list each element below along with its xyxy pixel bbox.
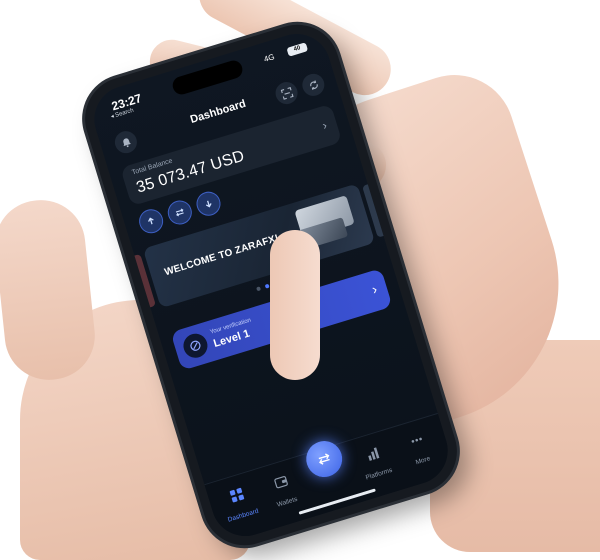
tab-platforms[interactable]: Platforms [350, 440, 402, 486]
chart-icon [368, 447, 380, 461]
left-hand-fingers [270, 230, 320, 380]
tab-more[interactable]: More [394, 427, 446, 473]
tab-label: More [414, 455, 432, 467]
chevron-right-icon: › [369, 280, 379, 298]
total-balance-value: 35 073.47 USD [134, 147, 247, 197]
withdraw-button[interactable] [193, 188, 224, 219]
battery-indicator: 40 [286, 42, 309, 57]
deposit-icon [148, 217, 154, 225]
tab-label: Platforms [364, 466, 394, 482]
tab-label: Wallets [276, 495, 299, 509]
wallet-icon [274, 476, 288, 489]
carousel-dot[interactable] [255, 286, 261, 292]
sync-icon [309, 80, 318, 90]
verification-badge [180, 330, 211, 361]
exchange-button[interactable] [301, 436, 347, 482]
withdraw-icon [205, 200, 212, 208]
grid-icon [229, 487, 245, 503]
network-indicator: 4G [262, 52, 276, 64]
chevron-right-icon: › [320, 118, 329, 133]
bottom-tab-bar: Dashboard Wallets Platforms More [204, 412, 457, 545]
exchange-icon [318, 453, 330, 465]
left-hand-thumb [0, 195, 100, 385]
tab-dashboard[interactable]: Dashboard [214, 482, 266, 528]
deposit-button[interactable] [136, 206, 167, 237]
transfer-icon [175, 208, 184, 217]
shield-icon [190, 340, 201, 351]
carousel-dot-active[interactable] [264, 283, 270, 289]
scan-icon [280, 86, 293, 100]
banner-title: WELCOME TO ZARAFX! [163, 232, 281, 279]
tab-wallets[interactable]: Wallets [258, 469, 310, 515]
tab-label: Dashboard [227, 507, 260, 524]
transfer-button[interactable] [164, 197, 195, 228]
more-icon [411, 437, 422, 443]
